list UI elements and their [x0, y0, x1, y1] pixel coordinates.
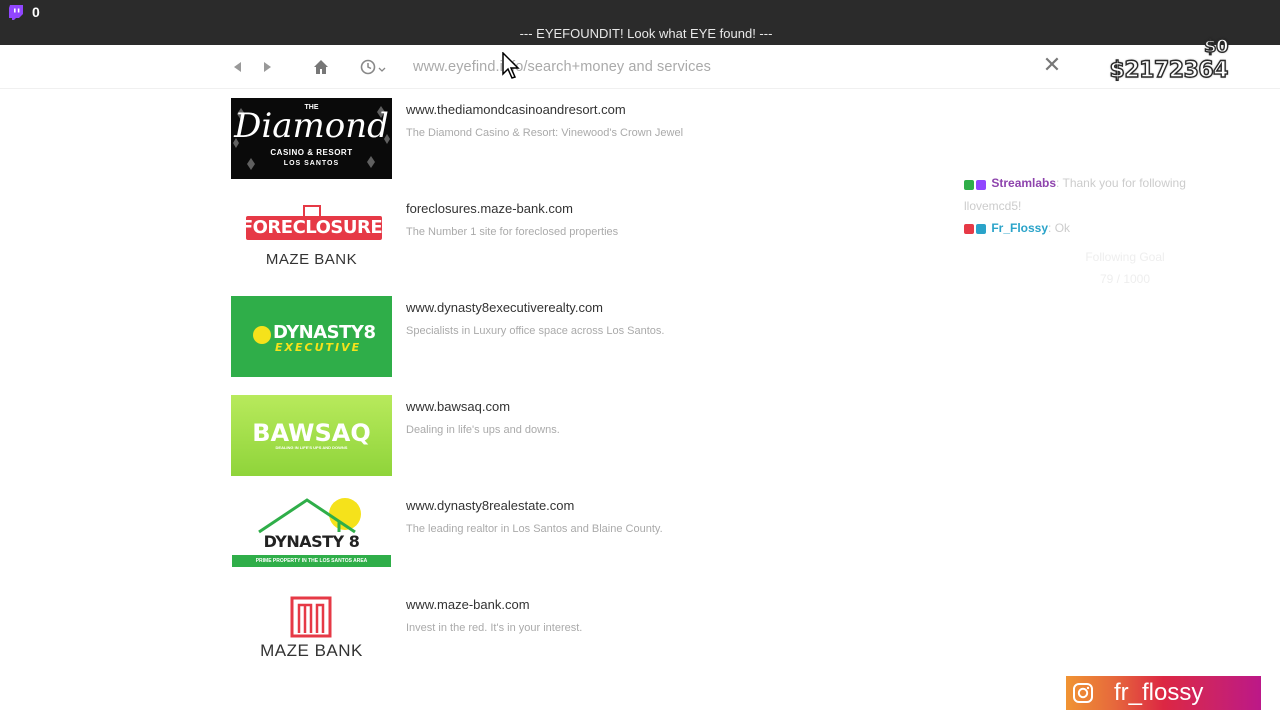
chat-text: : Ok [1048, 220, 1071, 235]
result-description: The leading realtor in Los Santos and Bl… [406, 523, 663, 535]
logo-text: DYNASTY 8 [263, 532, 360, 551]
result-url[interactable]: www.dynasty8realestate.com [406, 498, 574, 513]
logo-text: DYNASTY8 [273, 322, 376, 343]
goal-label: Following Goal [1085, 250, 1165, 264]
mouse-cursor-icon [502, 52, 520, 79]
logo-text: FORECLOSURE [240, 217, 383, 238]
chat-badges [964, 173, 988, 195]
instagram-handle: fr_flossy [1114, 679, 1204, 706]
hud-wallet: $0 [1203, 35, 1229, 57]
home-icon [314, 60, 328, 74]
dynasty8-realestate-logo[interactable]: DYNASTY 8 PRIME PROPERTY IN THE LOS SANT… [231, 494, 392, 575]
result-url[interactable]: www.thediamondcasinoandresort.com [406, 102, 626, 117]
hud-bank: $2172364 [1109, 57, 1229, 83]
browser-navbar: ✕ [0, 45, 1280, 89]
forward-button[interactable] [258, 57, 278, 77]
diamond-casino-logo[interactable]: THE Diamond CASINO & RESORT LOS SANTOS [231, 98, 392, 179]
stream-chat: Streamlabs: Thank you for following llov… [964, 172, 1224, 240]
sun-icon [253, 326, 271, 344]
result-url[interactable]: www.dynasty8executiverealty.com [406, 300, 603, 315]
close-icon: ✕ [1042, 53, 1062, 78]
viewer-count: 0 [32, 4, 40, 20]
logo-text: BAWSAQ [252, 419, 371, 447]
back-button[interactable] [227, 57, 247, 77]
result-item: BAWSAQ DEALING IN LIFE'S UPS AND DOWNS w… [231, 395, 791, 477]
logo-text: DEALING IN LIFE'S UPS AND DOWNS [275, 445, 348, 450]
clock-icon [360, 59, 386, 75]
maze-bank-logo[interactable]: MAZE BANK [231, 593, 392, 674]
follower-goal: Following Goal 79 / 1000 [1050, 246, 1200, 290]
dynasty8-executive-logo[interactable]: DYNASTY8 EXECUTIVE [231, 296, 392, 377]
result-item: FORECLOSURE FORECLOSURE MAZE BANK forecl… [231, 197, 791, 279]
twitch-viewer-counter: 0 [8, 4, 40, 20]
chevron-down-icon [378, 67, 386, 72]
result-url[interactable]: www.bawsaq.com [406, 399, 510, 414]
result-description: The Number 1 site for foreclosed propert… [406, 226, 619, 238]
result-description: Dealing in life's ups and downs. [406, 424, 560, 436]
twitch-icon [9, 5, 23, 20]
subscriber-badge-icon [976, 224, 986, 235]
logo-text: PRIME PROPERTY IN THE LOS SANTOS AREA [232, 555, 391, 567]
close-button[interactable]: ✕ [1042, 55, 1062, 77]
instagram-icon [1073, 683, 1093, 703]
result-item: DYNASTY8 EXECUTIVE www.dynasty8executive… [231, 296, 791, 378]
moderator-badge-icon [964, 179, 974, 190]
result-description: The Diamond Casino & Resort: Vinewood's … [406, 127, 684, 139]
logo-text: LOS SANTOS [283, 160, 340, 167]
result-description: Specialists in Luxury office space acros… [406, 325, 665, 337]
bawsaq-logo[interactable]: BAWSAQ DEALING IN LIFE'S UPS AND DOWNS [231, 395, 392, 476]
window-title: --- EYEFOUNDIT! Look what EYE found! --- [519, 26, 773, 41]
result-item: THE Diamond CASINO & RESORT LOS SANTOS w… [231, 98, 791, 180]
result-url[interactable]: www.maze-bank.com [406, 597, 530, 612]
chat-username: Fr_Flossy [991, 220, 1049, 235]
logo-text: EXECUTIVE [275, 341, 362, 354]
result-description: Invest in the red. It's in your interest… [406, 622, 583, 634]
goal-progress: 79 / 1000 [1099, 272, 1151, 286]
history-button[interactable] [359, 57, 389, 77]
result-item: DYNASTY 8 PRIME PROPERTY IN THE LOS SANT… [231, 494, 791, 576]
broadcaster-badge-icon [964, 224, 974, 235]
logo-text: MAZE BANK [260, 641, 363, 660]
verified-badge-icon [976, 179, 986, 190]
chat-message: Fr_Flossy: Ok [964, 217, 1224, 240]
logo-text: MAZE BANK [265, 251, 358, 268]
logo-text: Diamond [234, 106, 389, 146]
home-button[interactable] [311, 57, 331, 77]
maze-bank-emblem-icon [290, 596, 332, 638]
instagram-badge: fr_flossy [1066, 676, 1261, 710]
result-item: MAZE BANK www.maze-bank.com Invest in th… [231, 593, 791, 675]
window-titlebar: 0 --- EYEFOUNDIT! Look what EYE found! -… [0, 0, 1280, 45]
back-arrow-icon [234, 62, 241, 72]
result-url[interactable]: foreclosures.maze-bank.com [406, 201, 573, 216]
chat-username: Streamlabs [991, 176, 1057, 190]
forward-arrow-icon [264, 62, 271, 72]
chat-message: Streamlabs: Thank you for following llov… [964, 172, 1224, 217]
chat-badges [964, 218, 988, 240]
logo-text: CASINO & RESORT [270, 148, 353, 157]
foreclosure-logo[interactable]: FORECLOSURE FORECLOSURE MAZE BANK [231, 197, 392, 278]
